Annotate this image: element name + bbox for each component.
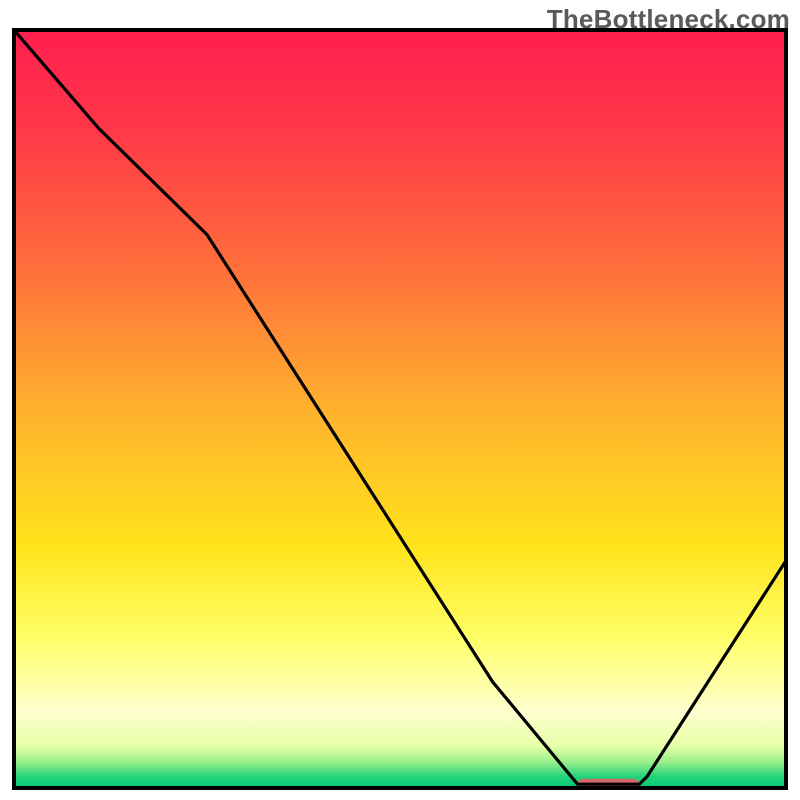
bottleneck-chart: TheBottleneck.com <box>0 0 800 800</box>
chart-svg <box>0 0 800 800</box>
gradient-background <box>14 30 786 788</box>
watermark-text: TheBottleneck.com <box>547 4 790 35</box>
